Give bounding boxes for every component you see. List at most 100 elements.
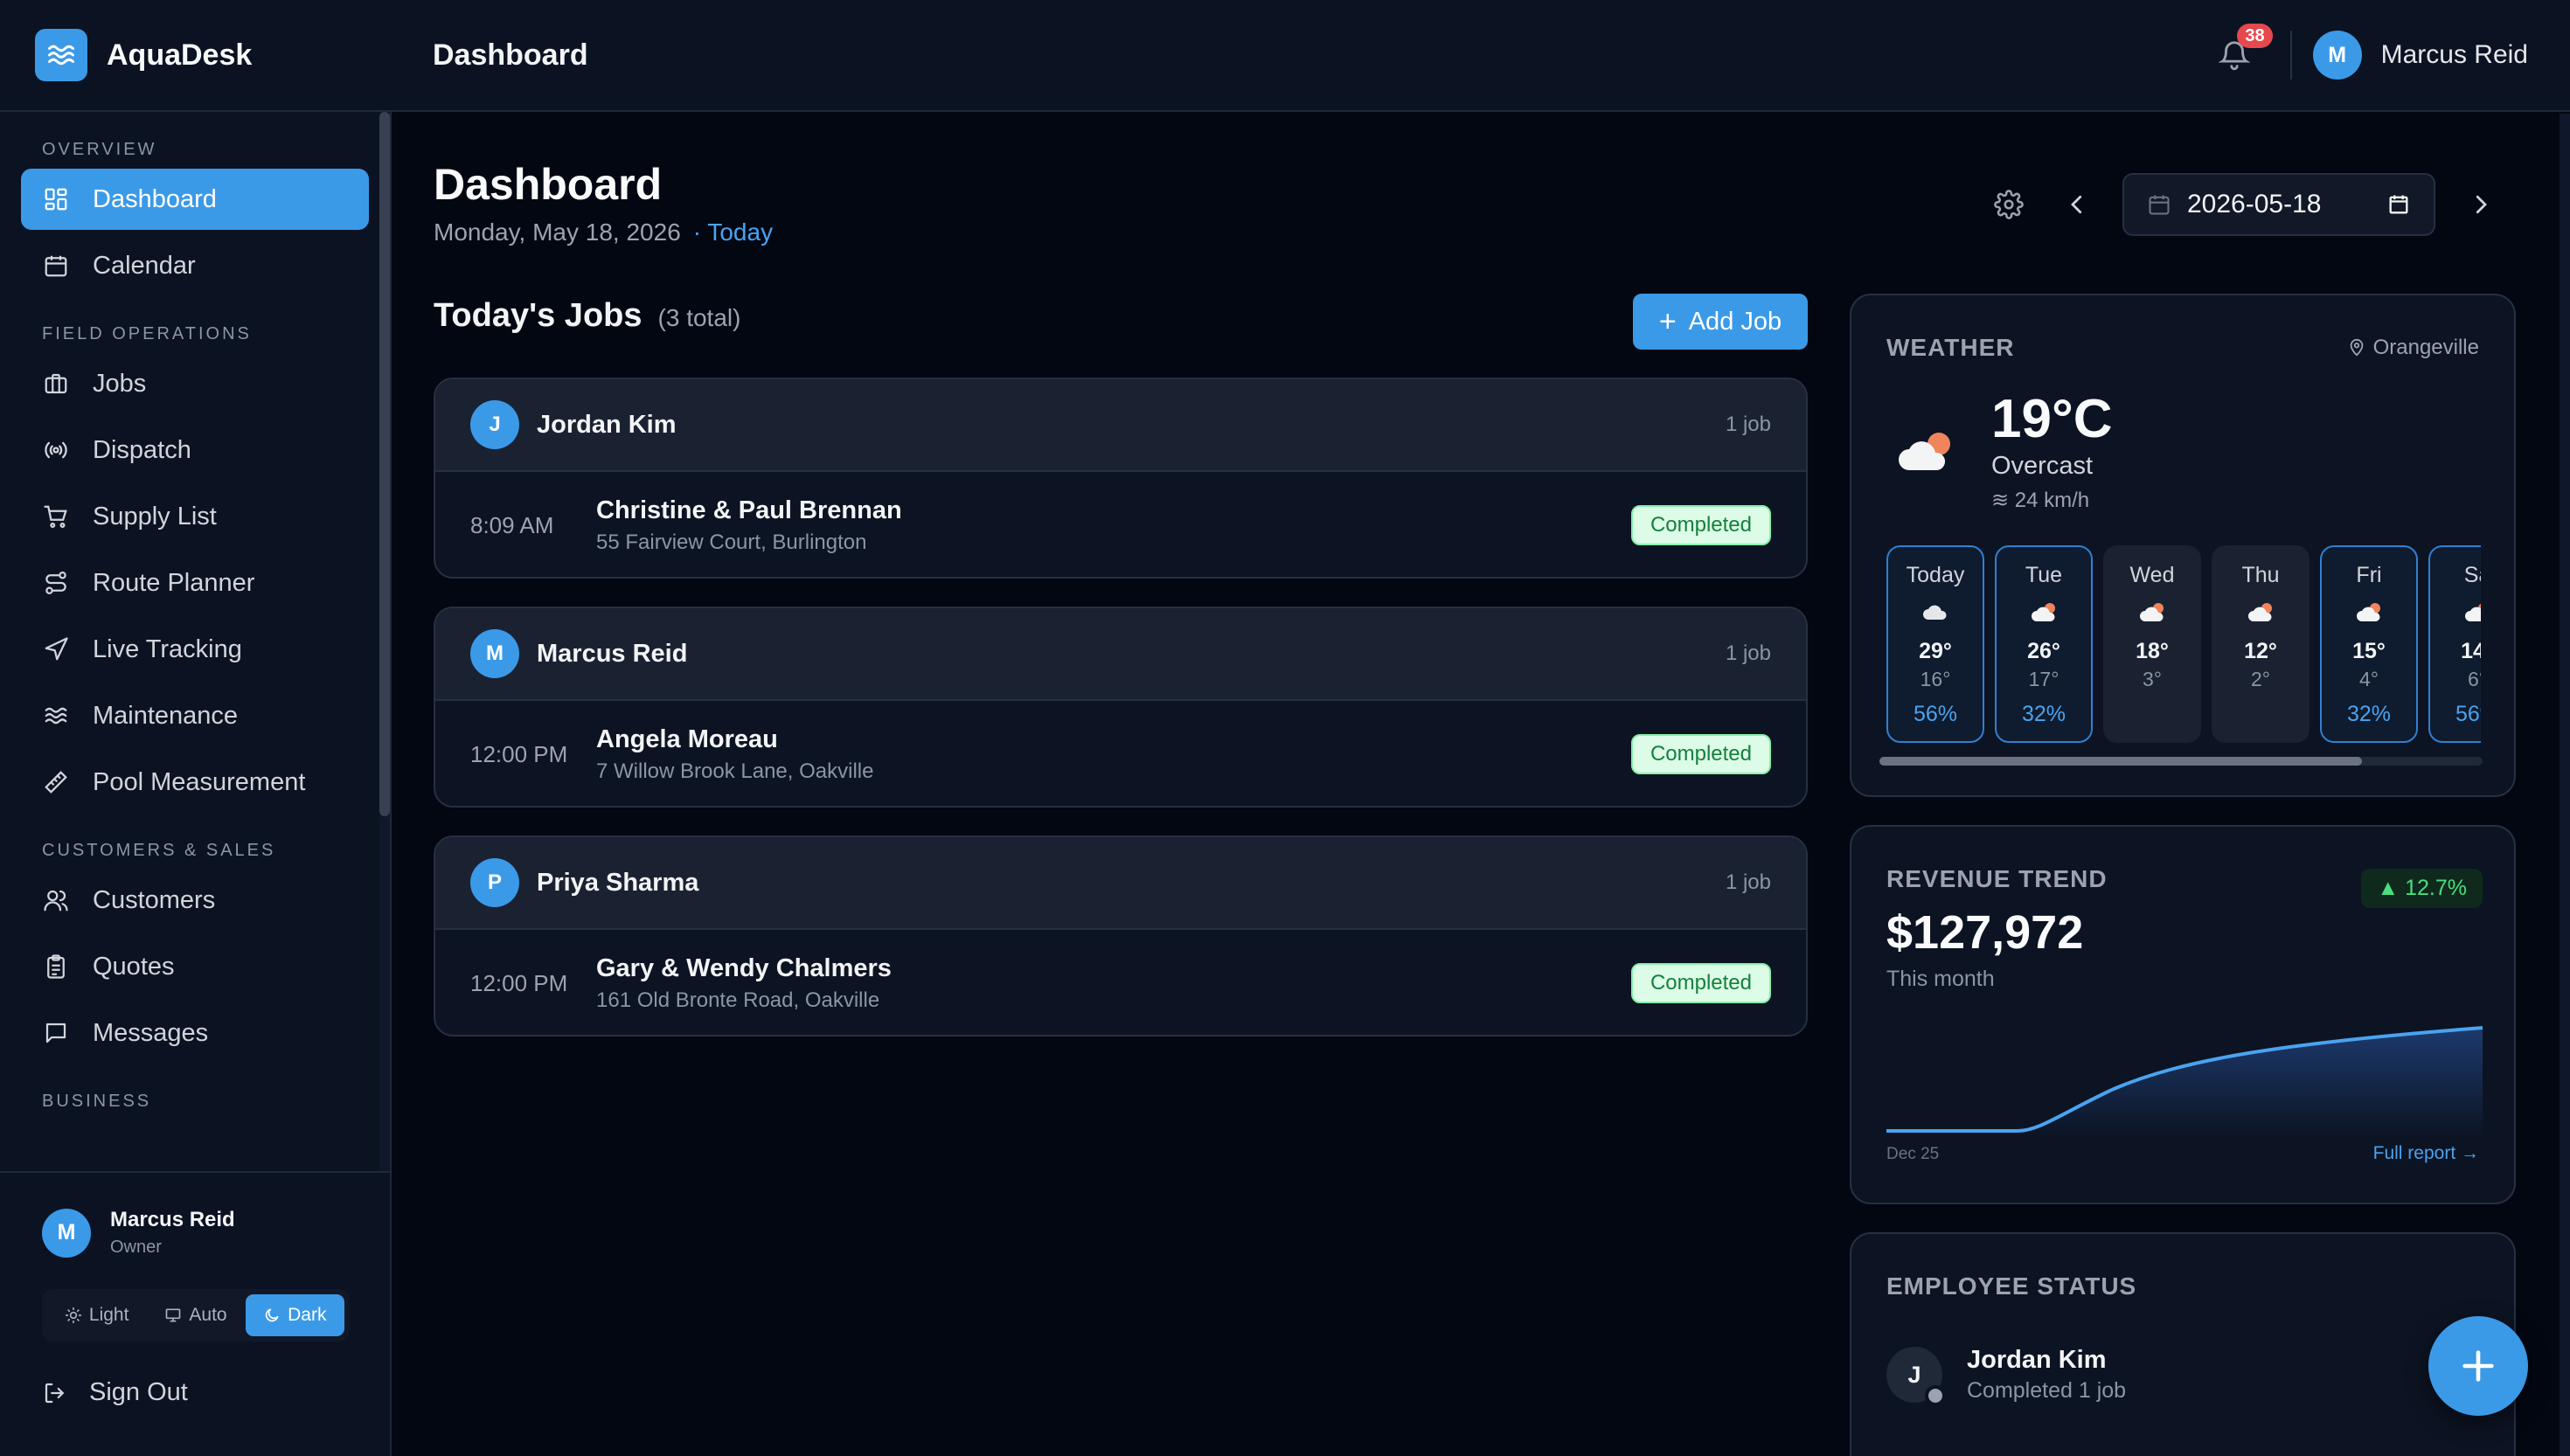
forecast-day[interactable]: Sa 14° 6° 56%	[2428, 545, 2481, 743]
avatar: M	[42, 1208, 91, 1258]
forecast-day[interactable]: Fri 15° 4° 32%	[2320, 545, 2418, 743]
weather-current: 19°C Overcast ≋ 24 km/h	[1893, 388, 2113, 513]
forecast-low: 6°	[2468, 668, 2481, 690]
sidebar-item-label: Pool Measurement	[93, 767, 306, 796]
sidebar-item-jobs[interactable]: Jobs	[21, 353, 369, 414]
employee-initial: J	[1907, 1361, 1921, 1388]
sidebar-item-label: Messages	[93, 1018, 209, 1047]
job-row[interactable]: 8:09 AM Christine & Paul Brennan 55 Fair…	[435, 472, 1806, 577]
previous-day-button[interactable]	[2051, 178, 2103, 231]
sidebar-item-maintenance[interactable]: Maintenance	[21, 685, 369, 746]
map-pin-icon	[2347, 338, 2366, 357]
forecast-low: 17°	[2028, 668, 2059, 690]
forecast-day-name: Sa	[2463, 563, 2481, 587]
theme-dark-button[interactable]: Dark	[245, 1294, 344, 1336]
job-group: J Jordan Kim 1 job 8:09 AM Christine & P…	[434, 378, 1808, 579]
revenue-change: 12.7%	[2405, 876, 2467, 900]
job-group-header[interactable]: M Marcus Reid 1 job	[435, 608, 1806, 701]
sidebar-item-messages[interactable]: Messages	[21, 1002, 369, 1064]
sidebar-footer: M Marcus Reid Owner Light Auto Dark Sign…	[0, 1171, 390, 1456]
partly-cloudy-icon	[2137, 600, 2167, 630]
sidebar: Overview Dashboard Calendar Field Operat…	[0, 112, 392, 1456]
user-name: Marcus Reid	[2380, 40, 2528, 69]
sidebar-item-supply-list[interactable]: Supply List	[21, 486, 369, 547]
sign-out-button[interactable]: Sign Out	[42, 1378, 348, 1407]
add-job-button[interactable]: + Add Job	[1633, 294, 1808, 350]
brand[interactable]: AquaDesk	[0, 29, 393, 81]
forecast-day-name: Today	[1906, 563, 1965, 587]
sidebar-item-quotes[interactable]: Quotes	[21, 936, 369, 997]
header-divider	[2289, 31, 2292, 80]
gear-icon	[1994, 190, 2024, 219]
status-badge: Completed	[1630, 505, 1771, 545]
sidebar-scroll-thumb[interactable]	[379, 112, 390, 816]
theme-light-button[interactable]: Light	[47, 1294, 146, 1336]
date-picker-input[interactable]: 2026-05-18	[2122, 173, 2435, 236]
revenue-panel: Revenue Trend ▲ 12.7% $127,972 This mont…	[1850, 825, 2516, 1204]
sidebar-item-customers[interactable]: Customers	[21, 870, 369, 931]
section-label-overview: Overview	[42, 140, 157, 159]
main-scrollbar[interactable]	[2560, 114, 2570, 1456]
job-group-header[interactable]: P Priya Sharma 1 job	[435, 837, 1806, 930]
notifications-button[interactable]: 38	[2208, 24, 2273, 81]
jobs-title: Today's Jobs	[434, 297, 642, 334]
quick-add-button[interactable]	[2428, 1316, 2528, 1416]
user-menu[interactable]: M Marcus Reid	[2312, 31, 2528, 80]
forecast-day[interactable]: Today 29° 16° 56%	[1886, 545, 1984, 743]
theme-auto-button[interactable]: Auto	[146, 1294, 245, 1336]
sidebar-item-label: Jobs	[93, 369, 147, 398]
revenue-period: This month	[1886, 967, 1995, 991]
job-group-header[interactable]: J Jordan Kim 1 job	[435, 379, 1806, 472]
forecast-scroll-thumb[interactable]	[1879, 757, 2362, 766]
sidebar-user-role: Owner	[110, 1238, 162, 1257]
employee-status-row[interactable]: J Jordan Kim Completed 1 job	[1886, 1346, 2126, 1406]
sidebar-item-pool-measurement[interactable]: Pool Measurement	[21, 752, 369, 813]
job-count: 1 job	[1725, 641, 1771, 665]
arrow-up-icon: ▲	[2377, 876, 2400, 900]
job-address: 161 Old Bronte Road, Oakville	[596, 988, 880, 1012]
calendar-picker-icon[interactable]	[2386, 192, 2411, 217]
page-title: Dashboard	[434, 160, 663, 209]
sidebar-item-live-tracking[interactable]: Live Tracking	[21, 619, 369, 680]
forecast-strip[interactable]: Today 29° 16° 56% Tue 26° 17° 32% Wed 18…	[1886, 545, 2481, 743]
job-client: Gary & Wendy Chalmers	[596, 953, 892, 982]
forecast-day[interactable]: Tue 26° 17° 32%	[1995, 545, 2093, 743]
app-name: AquaDesk	[107, 38, 253, 72]
job-row[interactable]: 12:00 PM Gary & Wendy Chalmers 161 Old B…	[435, 930, 1806, 1035]
sidebar-item-label: Calendar	[93, 251, 196, 280]
weather-panel: Weather Orangeville 19°C Overcast ≋ 24 k…	[1850, 294, 2516, 797]
next-day-button[interactable]	[2455, 178, 2507, 231]
weather-wind: ≋ 24 km/h	[1991, 488, 2113, 513]
theme-light-label: Light	[88, 1305, 129, 1325]
sidebar-user[interactable]: M Marcus Reid Owner	[42, 1208, 348, 1258]
wind-icon: ≋	[1991, 489, 2010, 512]
revenue-title: Revenue Trend	[1886, 865, 2108, 892]
current-date: Monday, May 18, 2026	[434, 218, 681, 246]
job-count: 1 job	[1725, 870, 1771, 894]
jobs-header: Today's Jobs (3 total)	[434, 297, 740, 335]
forecast-day[interactable]: Wed 18° 3°	[2103, 545, 2201, 743]
sidebar-item-label: Dispatch	[93, 435, 191, 464]
partly-cloudy-icon	[2462, 600, 2481, 630]
job-row[interactable]: 12:00 PM Angela Moreau 7 Willow Brook La…	[435, 701, 1806, 806]
settings-button[interactable]	[1983, 178, 2035, 231]
forecast-day[interactable]: Thu 12° 2°	[2212, 545, 2310, 743]
forecast-precip: 32%	[2021, 702, 2066, 726]
forecast-day-name: Wed	[2129, 563, 2175, 587]
status-badge: Completed	[1630, 963, 1771, 1003]
sidebar-item-label: Route Planner	[93, 568, 255, 597]
status-dot	[1925, 1385, 1946, 1406]
forecast-low: 2°	[2251, 668, 2270, 690]
full-report-link[interactable]: Full report →	[2373, 1143, 2479, 1164]
sidebar-item-route-planner[interactable]: Route Planner	[21, 552, 369, 614]
sidebar-item-dispatch[interactable]: Dispatch	[21, 419, 369, 481]
sidebar-item-calendar[interactable]: Calendar	[21, 235, 369, 296]
sidebar-item-dashboard[interactable]: Dashboard	[21, 169, 369, 230]
briefcase-icon	[42, 370, 70, 398]
job-group: M Marcus Reid 1 job 12:00 PM Angela More…	[434, 607, 1808, 808]
cloud-icon	[1921, 600, 1950, 630]
section-label-customers-sales: Customers & Sales	[42, 841, 276, 860]
status-badge: Completed	[1630, 734, 1771, 774]
partly-cloudy-icon	[2029, 600, 2059, 630]
today-link[interactable]: · Today	[693, 218, 773, 246]
